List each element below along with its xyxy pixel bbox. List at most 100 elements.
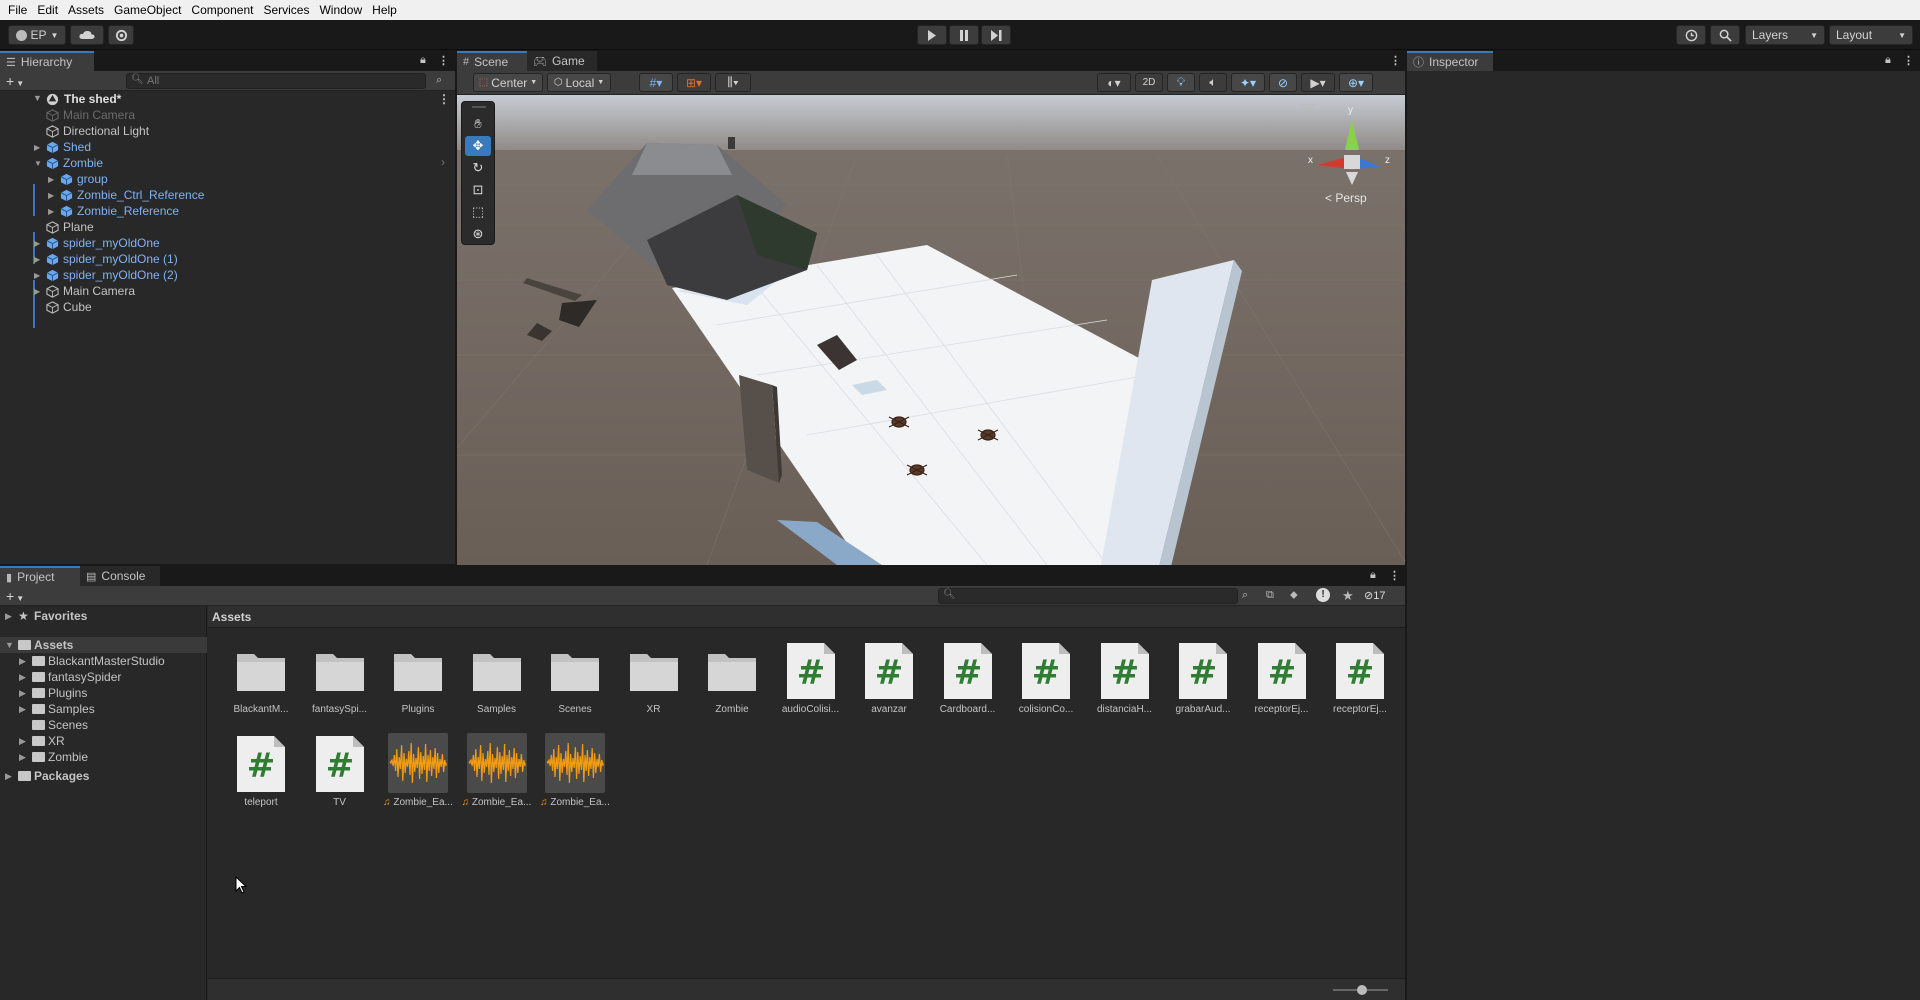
expand-arrow-icon[interactable]: ▶ xyxy=(34,140,40,156)
tree-folder-row[interactable]: ▶ Plugins xyxy=(0,685,207,701)
expand-arrow-icon[interactable]: ▶ xyxy=(5,608,12,624)
expand-arrow-icon[interactable]: ▶ xyxy=(19,701,26,717)
layers-dropdown[interactable]: Layers ▼ xyxy=(1745,25,1825,45)
asset-folder[interactable]: XR xyxy=(615,640,693,732)
hierarchy-item[interactable]: Cube xyxy=(0,299,455,315)
expand-arrow-icon[interactable]: ▼ xyxy=(5,637,14,653)
asset-folder[interactable]: BlackantM... xyxy=(222,640,300,732)
more-options-icon[interactable]: ⋮ xyxy=(1903,54,1914,67)
menu-item-component[interactable]: Component xyxy=(189,3,261,17)
play-button[interactable] xyxy=(917,25,947,45)
asset-script[interactable]: # distanciaH... xyxy=(1086,640,1164,732)
expand-arrow-icon[interactable]: ▶ xyxy=(34,252,40,268)
expand-arrow-icon[interactable]: ▶ xyxy=(48,172,54,188)
rotate-tool-button[interactable]: ↻ xyxy=(465,158,491,178)
search-button[interactable] xyxy=(1710,25,1740,45)
expand-arrow-icon[interactable]: ▶ xyxy=(19,669,26,685)
menu-item-assets[interactable]: Assets xyxy=(66,3,112,17)
filter-by-type-icon[interactable]: ⧉ xyxy=(1266,589,1274,602)
asset-script[interactable]: # teleport xyxy=(222,733,300,825)
asset-folder[interactable]: Zombie xyxy=(693,640,771,732)
favorites-row[interactable]: ▶ ★ Favorites xyxy=(0,608,207,624)
expand-arrow-icon[interactable]: ▶ xyxy=(48,204,54,220)
step-button[interactable] xyxy=(981,25,1011,45)
scene-visibility-toggle[interactable]: ⊘ xyxy=(1269,73,1297,92)
tab-scene[interactable]: # Scene xyxy=(457,51,527,71)
lock-icon[interactable]: 🔒︎ xyxy=(1885,54,1891,67)
hierarchy-item[interactable]: ▶ spider_myOldOne (2) xyxy=(0,267,455,283)
tab-game[interactable]: 🎮︎ Game xyxy=(527,51,597,71)
asset-script[interactable]: # grabarAud... xyxy=(1164,640,1242,732)
hierarchy-item[interactable]: Plane xyxy=(0,219,455,235)
asset-script[interactable]: # receptorEj... xyxy=(1243,640,1321,732)
more-options-icon[interactable]: ⋮ xyxy=(1390,54,1401,67)
effects-dropdown[interactable]: ✦▾ xyxy=(1231,73,1265,92)
expand-arrow-icon[interactable]: ▼ xyxy=(33,93,42,103)
asset-script[interactable]: # receptorEj... xyxy=(1321,640,1399,732)
grid-visibility-button[interactable]: ⊞▾ xyxy=(677,73,711,92)
increment-snap-button[interactable]: ⫼▾ xyxy=(715,73,751,92)
zoom-slider-handle[interactable] xyxy=(1357,985,1367,995)
scene-viewport[interactable]: x z y < Persp ✋︎ ✥ ↻ ⊡ ⬚ ⊛ xyxy=(457,95,1405,565)
menu-item-file[interactable]: File xyxy=(6,3,35,17)
menu-item-edit[interactable]: Edit xyxy=(35,3,66,17)
create-asset-button[interactable]: + ▼ xyxy=(6,588,24,604)
more-options-icon[interactable]: ⋮ xyxy=(438,92,450,106)
lighting-toggle[interactable]: 💡︎ xyxy=(1167,73,1195,92)
toggle-2d-button[interactable]: 2D xyxy=(1135,73,1163,92)
asset-folder[interactable]: Plugins xyxy=(379,640,457,732)
expand-arrow-icon[interactable]: ▶ xyxy=(34,236,40,252)
project-search-input[interactable]: 🔍︎ xyxy=(938,588,1238,604)
pause-button[interactable] xyxy=(949,25,979,45)
hierarchy-item[interactable]: ▶ spider_myOldOne (1) xyxy=(0,251,455,267)
tree-folder-row[interactable]: Scenes xyxy=(0,717,207,733)
hand-tool-button[interactable]: ✋︎ xyxy=(465,114,491,134)
breadcrumb-assets[interactable]: Assets xyxy=(212,610,251,624)
asset-script[interactable]: # audioColisi... xyxy=(772,640,850,732)
assets-root-row[interactable]: ▼ Assets xyxy=(0,637,207,653)
tree-folder-row[interactable]: ▶ Samples xyxy=(0,701,207,717)
expand-arrow-icon[interactable]: ▶ xyxy=(34,268,40,284)
space-dropdown[interactable]: ⬡ Local ▼ xyxy=(547,73,611,92)
expand-arrow-icon[interactable]: ▶ xyxy=(48,188,54,204)
search-by-type-icon[interactable]: ⌕ xyxy=(436,74,442,87)
hierarchy-item[interactable]: Directional Light xyxy=(0,123,455,139)
star-icon[interactable]: ★ xyxy=(1342,588,1354,604)
tree-folder-row[interactable]: ▶ XR xyxy=(0,733,207,749)
more-options-icon[interactable]: ⋮ xyxy=(1389,569,1400,582)
hidden-packages-toggle[interactable]: ⊘17 xyxy=(1364,589,1385,602)
hierarchy-item[interactable]: ▶ Main Camera xyxy=(0,283,455,299)
asset-script[interactable]: # Cardboard... xyxy=(929,640,1007,732)
asset-audio[interactable]: ♫ Zombie_Ea... xyxy=(379,733,457,825)
packages-row[interactable]: ▶ Packages xyxy=(0,768,207,784)
menu-item-help[interactable]: Help xyxy=(370,3,405,17)
menu-item-window[interactable]: Window xyxy=(317,3,370,17)
gizmos-dropdown[interactable]: ⊕▾ xyxy=(1339,73,1373,92)
collab-button[interactable] xyxy=(108,25,134,45)
search-by-type-icon[interactable]: ⌕ xyxy=(1242,589,1248,602)
zoom-slider[interactable] xyxy=(1333,985,1388,995)
tab-project[interactable]: ▮ Project xyxy=(0,566,80,586)
expand-arrow-icon[interactable]: ▶ xyxy=(19,685,26,701)
asset-folder[interactable]: Scenes xyxy=(536,640,614,732)
lock-icon[interactable]: 🔒︎ xyxy=(1370,569,1376,582)
hierarchy-item[interactable]: ▶ Zombie_Ctrl_Reference xyxy=(0,187,455,203)
move-tool-button[interactable]: ✥ xyxy=(465,136,491,156)
menu-item-gameobject[interactable]: GameObject xyxy=(112,3,189,17)
add-object-button[interactable]: + ▼ xyxy=(6,73,24,89)
collapse-arrow-icon[interactable]: ▼ xyxy=(34,156,42,172)
tree-folder-row[interactable]: ▶ Zombie xyxy=(0,749,207,765)
undo-history-button[interactable] xyxy=(1676,25,1706,45)
grid-snap-button[interactable]: #▾ xyxy=(639,73,673,92)
tab-inspector[interactable]: ⓘ Inspector xyxy=(1407,51,1493,71)
expand-arrow-icon[interactable]: ▶ xyxy=(19,733,26,749)
hierarchy-item[interactable]: ▶ Shed xyxy=(0,139,455,155)
more-options-icon[interactable]: ⋮ xyxy=(438,54,449,67)
hierarchy-item[interactable]: ▶ group xyxy=(0,171,455,187)
transform-tool-button[interactable]: ⊛ xyxy=(465,224,491,244)
scene-row[interactable]: ▼ The shed* ⋮ xyxy=(0,91,455,107)
tree-folder-row[interactable]: ▶ BlackantMasterStudio xyxy=(0,653,207,669)
asset-script[interactable]: # colisionCo... xyxy=(1007,640,1085,732)
draw-mode-dropdown[interactable]: ◐▾ xyxy=(1097,73,1131,92)
scale-tool-button[interactable]: ⊡ xyxy=(465,180,491,200)
